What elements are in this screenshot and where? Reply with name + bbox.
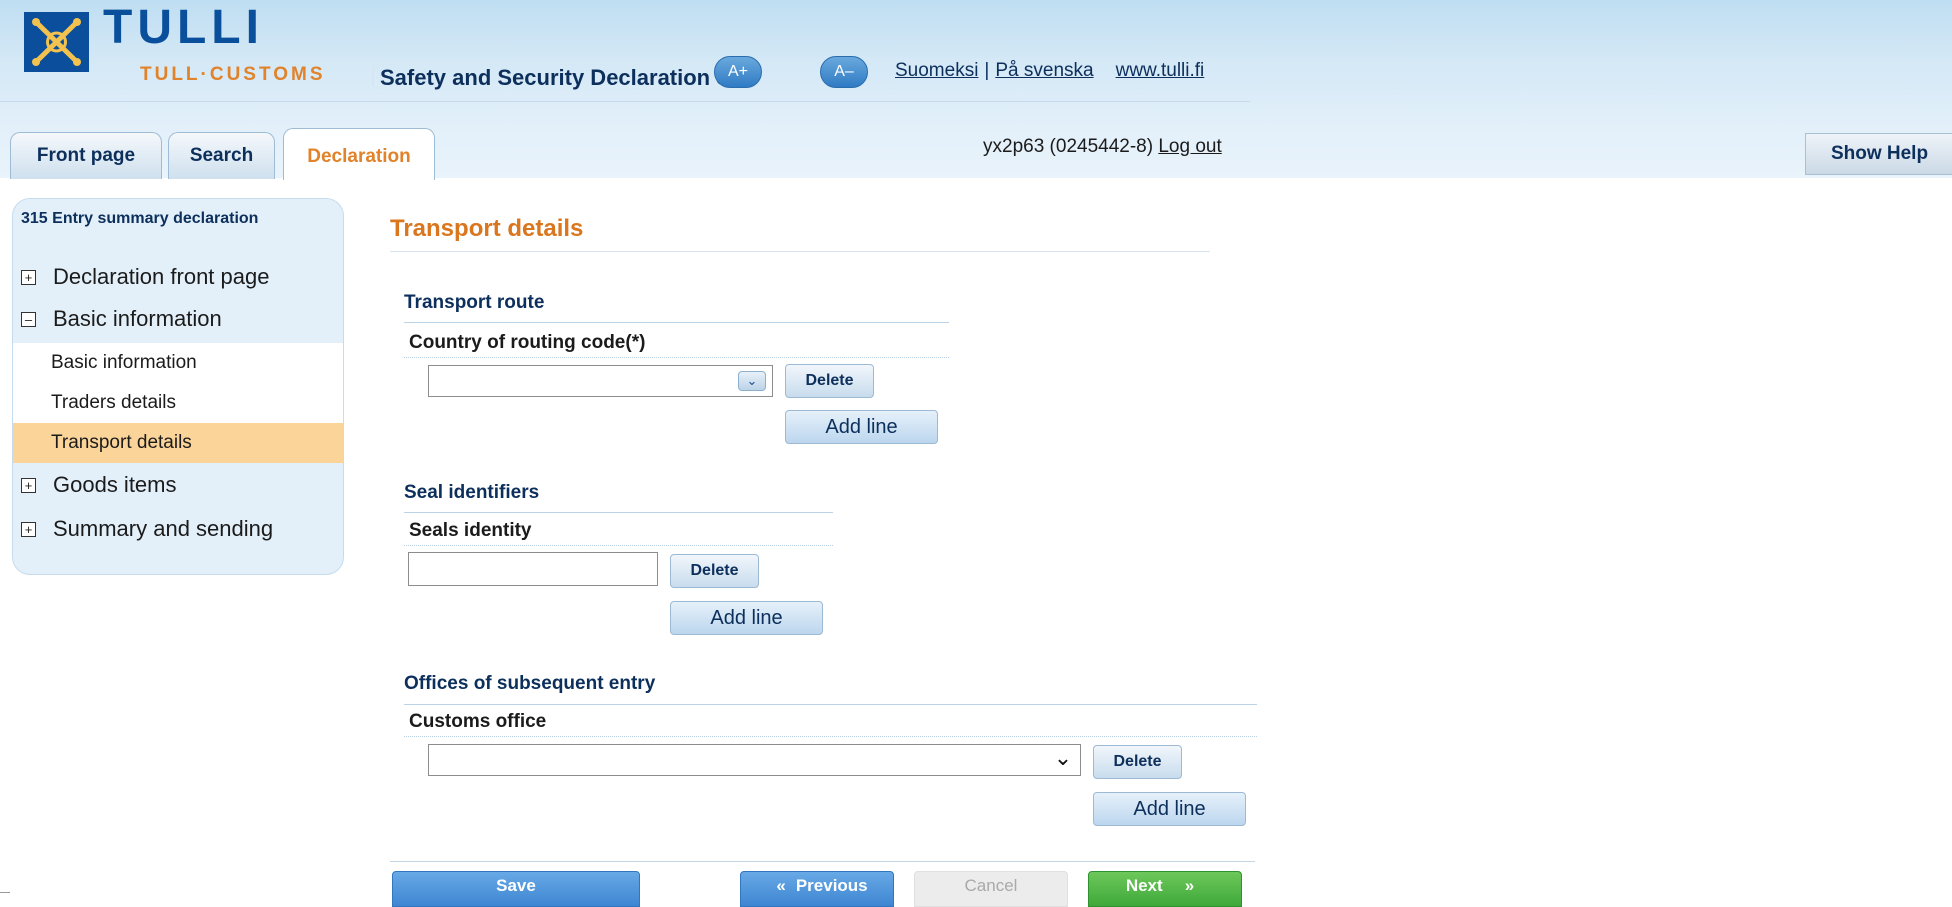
column-divider [404,357,949,358]
sidebar-subitem-basic-information[interactable]: Basic information [13,343,343,383]
page-title: Transport details [390,215,584,242]
add-office-line-button[interactable]: Add line [1093,792,1246,826]
previous-button[interactable]: « Previous [740,871,894,907]
brand-divider [372,66,374,86]
sidebar-item-label: Basic information [53,306,222,331]
previous-label: Previous [795,876,868,895]
section-title-seal-identifiers: Seal identifiers [404,482,540,503]
tab-search[interactable]: Search [168,132,275,179]
section-divider [404,512,833,513]
expand-icon[interactable]: + [21,478,36,493]
user-info: yx2p63 (0245442-8) Log out [983,132,1222,162]
sidebar-subitem-traders-details[interactable]: Traders details [13,383,343,423]
column-header-seals-identity: Seals identity [409,520,532,541]
sidebar-item-goods-items[interactable]: + Goods items [13,465,343,505]
lang-separator: | [984,60,990,81]
actions-divider [390,861,1255,862]
brand-logo-text: TULLI [103,1,264,54]
chevron-right-icon: » [1184,876,1195,895]
font-decrease-button[interactable]: A– [820,56,868,88]
add-route-line-button[interactable]: Add line [785,410,938,444]
tab-front-page[interactable]: Front page [10,132,162,179]
chevron-left-icon: « [776,876,786,895]
column-divider [404,545,833,546]
sidebar-item-label: Summary and sending [53,516,274,541]
show-help-button[interactable]: Show Help [1805,133,1952,175]
customs-office-select[interactable]: ⌄ [428,744,1081,776]
site-header: TULLI TULL·CUSTOMS Safety and Security D… [0,0,1952,180]
sidebar-subitem-label: Traders details [51,392,176,413]
sidebar-subitem-label: Basic information [51,352,197,373]
section-divider [404,704,1257,705]
title-divider [390,251,1210,252]
seals-identity-input[interactable] [408,552,658,586]
delete-office-button[interactable]: Delete [1093,745,1182,779]
sidebar-title: 315 Entry summary declaration [21,210,259,227]
column-divider [404,736,1257,737]
website-link[interactable]: www.tulli.fi [1116,60,1205,81]
section-title-transport-route: Transport route [404,292,545,313]
lang-swedish-link[interactable]: På svenska [995,60,1093,81]
lang-finnish-link[interactable]: Suomeksi [895,60,978,81]
header-divider [0,101,1250,102]
sidebar-subitem-label: Transport details [51,432,192,453]
page-edge-mark [0,892,10,893]
sidebar-nav: 315 Entry summary declaration + Declarat… [12,198,344,575]
next-button[interactable]: Next » [1088,871,1242,907]
sidebar-item-basic-information[interactable]: – Basic information [13,299,343,339]
next-label: Next [1125,876,1163,895]
section-title-offices-subsequent-entry: Offices of subsequent entry [404,673,656,694]
service-title: Safety and Security Declaration Se [380,65,744,90]
sidebar-item-declaration-front-page[interactable]: + Declaration front page [13,257,343,297]
delete-seal-button[interactable]: Delete [670,554,759,588]
logout-link[interactable]: Log out [1158,136,1221,157]
cancel-button[interactable]: Cancel [914,871,1068,907]
collapse-icon[interactable]: – [21,312,36,327]
expand-icon[interactable]: + [21,522,36,537]
delete-route-button[interactable]: Delete [785,364,874,398]
chevron-down-icon[interactable]: ⌄ [738,371,766,391]
section-divider [404,322,949,323]
chevron-down-icon[interactable]: ⌄ [1052,747,1074,769]
country-routing-select[interactable]: ⌄ [428,365,773,397]
font-increase-button[interactable]: A+ [714,56,762,88]
add-seal-line-button[interactable]: Add line [670,601,823,635]
language-links: Suomeksi | På svenska www.tulli.fi [895,58,1204,84]
column-header-country-of-routing: Country of routing code(*) [409,332,646,353]
save-button[interactable]: Save [392,871,640,907]
expand-icon[interactable]: + [21,270,36,285]
brand-logo-subtext: TULL·CUSTOMS [140,64,326,85]
customs-emblem-icon [24,12,89,72]
user-id: yx2p63 (0245442-8) [983,136,1154,157]
column-header-customs-office: Customs office [409,711,547,732]
sidebar-item-summary-and-sending[interactable]: + Summary and sending [13,509,343,549]
sidebar-item-label: Declaration front page [53,264,270,289]
tab-declaration[interactable]: Declaration [283,128,435,180]
sidebar-item-label: Goods items [53,472,177,497]
sidebar-subitem-transport-details[interactable]: Transport details [13,423,343,463]
